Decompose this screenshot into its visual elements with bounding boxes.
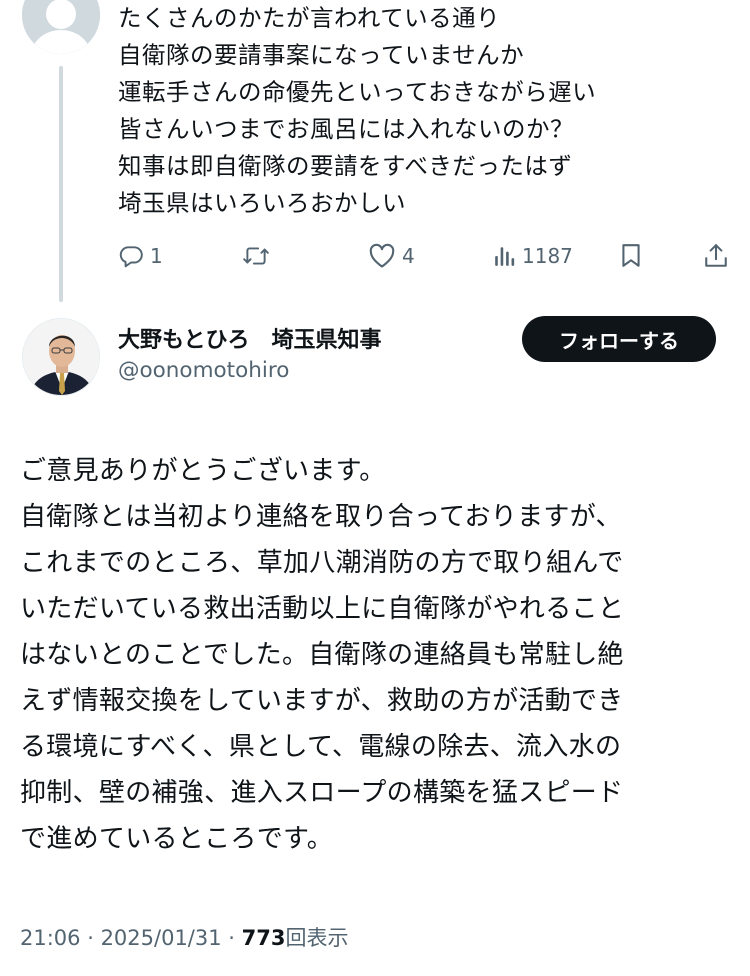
tweet-views-label: 回表示 [285,926,349,950]
parent-tweet-line: 埼玉県はいろいろおかしい [118,189,406,217]
reply-line: ご意見ありがとうございます。 [20,456,386,486]
meta-separator: · [221,926,242,950]
parent-tweet-line: 運転手さんの命優先といっておきながら遅い [118,78,597,106]
parent-tweet-line: 皆さんいつまでお風呂には入れないのか？ [118,115,574,143]
parent-tweet-line: たくさんのかたが言われている通り [118,4,501,32]
default-avatar-icon [22,0,100,54]
reply-line: いただいている救出活動以上に自衛隊がやれること [20,594,625,624]
reply-icon [119,246,143,268]
parent-tweet-line: 知事は即自衛隊の要請をすべきだったはず [118,152,573,180]
author-avatar[interactable] [22,318,100,396]
thread-connector-line [59,66,63,302]
like-button[interactable]: 4 [368,236,415,276]
author-handle[interactable]: @oonomotohiro [118,358,289,383]
author-photo-icon [23,319,99,395]
tweet-date[interactable]: 2025/01/31 [101,926,222,950]
parent-tweet-actions: 1 4 1187 [118,236,730,276]
reply-line: で進めているところです。 [20,824,334,854]
reply-line: はないとのことでした。自衛隊の連絡員も常駐し絶 [20,640,624,670]
like-icon [369,243,395,268]
meta-separator: · [80,926,101,950]
tweet-meta: 21:06 · 2025/01/31 · 773回表示 [20,922,348,952]
views-button[interactable]: 1187 [494,236,573,276]
tweet-views-count: 773 [241,926,286,950]
reply-count: 1 [150,244,163,268]
author-name[interactable]: 大野もとひろ 埼玉県知事 [118,322,382,354]
repost-button[interactable] [242,236,276,276]
tweet-time[interactable]: 21:06 [20,926,81,950]
reply-line: る環境にすべく、県として、電線の除去、流入水の [20,732,622,762]
reply-line: これまでのところ、草加八潮消防の方で取り組んで [20,548,624,578]
parent-avatar[interactable] [22,0,100,54]
bookmark-button[interactable] [620,236,642,276]
views-icon [495,247,515,266]
like-count: 4 [402,244,415,268]
reply-text: ご意見ありがとうございます。 自衛隊とは当初より連絡を取り合っておりますが、 こ… [20,448,735,862]
reply-button[interactable]: 1 [118,236,163,276]
follow-button[interactable]: フォローする [522,316,716,362]
reply-line: 抑制、壁の補強、進入スロープの構築を猛スピード [20,778,624,808]
share-button[interactable] [704,236,728,276]
reply-line: えず情報交換をしていますが、救助の方が活動でき [20,686,624,716]
parent-tweet-text: たくさんのかたが言われている通り 自衛隊の要請事案になっていませんか 運転手さん… [118,0,718,222]
reply-line: 自衛隊とは当初より連絡を取り合っておりますが、 [20,502,622,532]
bookmark-icon [622,244,640,267]
parent-tweet-line: 自衛隊の要請事案になっていませんか [118,41,525,69]
repost-icon [243,247,269,265]
views-count: 1187 [522,244,573,268]
share-icon [705,244,727,267]
